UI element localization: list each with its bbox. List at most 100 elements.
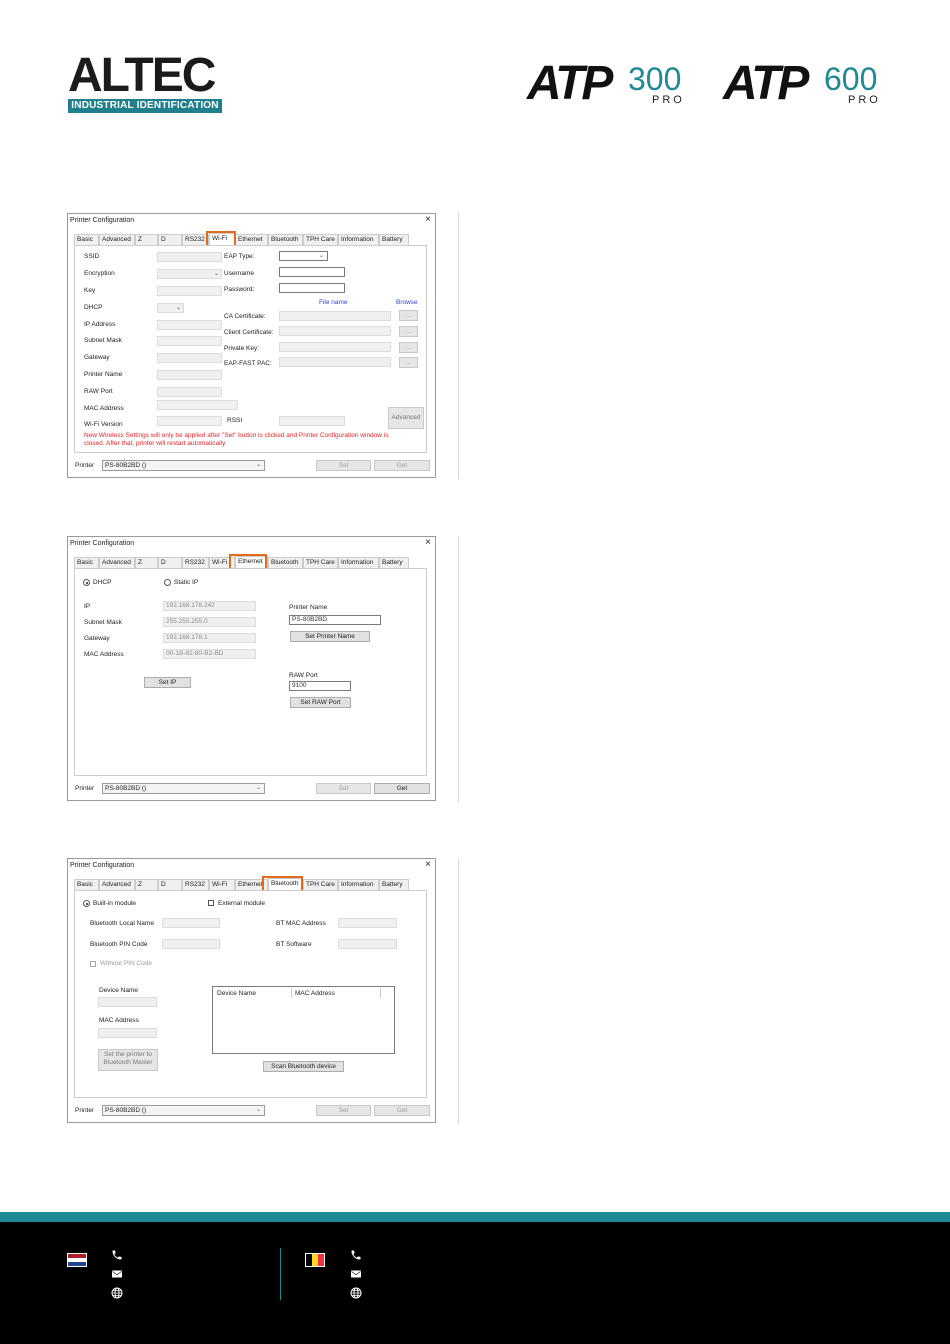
tab-rs232[interactable]: RS232 xyxy=(182,234,209,245)
tab-z[interactable]: Z xyxy=(135,879,158,890)
raw-port-field[interactable]: 9100 xyxy=(289,681,351,691)
printer-select[interactable]: PS-80B2BD () ⌄ xyxy=(102,783,265,794)
private-key-browse-button[interactable]: ... xyxy=(399,342,418,353)
dhcp-select[interactable]: ⌄ xyxy=(157,303,184,313)
gateway-field[interactable] xyxy=(157,353,222,363)
close-icon[interactable]: × xyxy=(425,215,431,225)
tab-wifi[interactable]: Wi-Fi xyxy=(209,879,235,890)
eap-fast-pac-browse-button[interactable]: ... xyxy=(399,357,418,368)
mac-address-field[interactable]: 00-1B-82-80-B2-BD xyxy=(163,649,256,659)
get-button[interactable]: Get xyxy=(374,460,430,471)
printer-label: Printer xyxy=(75,785,95,792)
tab-z[interactable]: Z xyxy=(135,557,158,568)
ca-certificate-field[interactable] xyxy=(279,311,391,321)
tab-rs232[interactable]: RS232 xyxy=(182,557,209,568)
tab-advanced[interactable]: Advanced xyxy=(99,234,135,245)
printer-name-label: Printer Name xyxy=(84,371,123,378)
set-printer-name-button[interactable]: Set Printer Name xyxy=(290,631,370,642)
printer-name-field[interactable] xyxy=(157,370,222,380)
tab-battery[interactable]: Battery xyxy=(379,557,409,568)
mac-address-field[interactable] xyxy=(98,1028,157,1038)
client-certificate-field[interactable] xyxy=(279,326,391,336)
without-pin-code-checkbox[interactable] xyxy=(90,961,96,967)
tab-information[interactable]: Information xyxy=(338,234,379,245)
bluetooth-device-list[interactable]: Device Name MAC Address xyxy=(212,986,395,1054)
chevron-down-icon: ⌄ xyxy=(255,785,261,791)
set-button[interactable]: Set xyxy=(316,460,371,471)
ssid-field[interactable] xyxy=(157,252,222,262)
ip-address-field[interactable] xyxy=(157,320,222,330)
tab-tph-care[interactable]: TPH Care xyxy=(303,879,338,890)
ip-value: 192.168.178.242 xyxy=(166,602,215,609)
ip-field[interactable]: 192.168.178.242 xyxy=(163,601,256,611)
get-button[interactable]: Get xyxy=(374,783,430,794)
tab-z[interactable]: Z xyxy=(135,234,158,245)
printer-name-field[interactable]: PS-80B2BD xyxy=(289,615,381,625)
close-icon[interactable]: × xyxy=(425,860,431,870)
mail-icon xyxy=(351,1270,361,1278)
bluetooth-pin-code-label: Bluetooth PIN Code xyxy=(90,941,148,948)
model-suffix-300: PRO xyxy=(652,94,685,106)
tab-information[interactable]: Information xyxy=(338,879,379,890)
tab-tph-care[interactable]: TPH Care xyxy=(303,557,338,568)
scan-bluetooth-device-button[interactable]: Scan Bluetooth device xyxy=(263,1061,344,1072)
printer-select[interactable]: PS-80B2BD () ⌄ xyxy=(102,460,265,471)
tab-basic[interactable]: Basic xyxy=(74,557,99,568)
gateway-field[interactable]: 192.168.178.1 xyxy=(163,633,256,643)
raw-port-field[interactable] xyxy=(157,387,222,397)
tab-battery[interactable]: Battery xyxy=(379,234,409,245)
username-field[interactable] xyxy=(279,267,345,277)
private-key-field[interactable] xyxy=(279,342,391,352)
tab-d[interactable]: D xyxy=(158,557,182,568)
built-in-module-radio[interactable] xyxy=(83,900,90,907)
tab-information[interactable]: Information xyxy=(338,557,379,568)
client-certificate-browse-button[interactable]: ... xyxy=(399,326,418,337)
tab-advanced[interactable]: Advanced xyxy=(99,557,135,568)
divider xyxy=(458,536,459,802)
tab-advanced[interactable]: Advanced xyxy=(99,879,135,890)
advanced-button[interactable]: Advanced xyxy=(388,407,424,429)
close-icon[interactable]: × xyxy=(425,538,431,548)
get-button[interactable]: Get xyxy=(374,1105,430,1116)
dhcp-radio[interactable] xyxy=(83,579,90,586)
phone-icon xyxy=(112,1250,122,1260)
set-bluetooth-master-button[interactable]: Set the printer to Bluetooth Master xyxy=(98,1049,158,1071)
tab-tph-care[interactable]: TPH Care xyxy=(303,234,338,245)
password-field[interactable] xyxy=(279,283,345,293)
divider xyxy=(458,858,459,1124)
subnet-mask-field[interactable] xyxy=(157,336,222,346)
mac-address-label: MAC Address xyxy=(84,405,124,412)
set-button[interactable]: Set xyxy=(316,783,371,794)
wifi-version-field[interactable] xyxy=(157,416,222,426)
tab-bluetooth[interactable]: Bluetooth xyxy=(268,234,303,245)
tab-d[interactable]: D xyxy=(158,234,182,245)
ca-certificate-browse-button[interactable]: ... xyxy=(399,310,418,321)
tab-battery[interactable]: Battery xyxy=(379,879,409,890)
mac-address-label: MAC Address xyxy=(99,1017,139,1024)
footer-divider xyxy=(280,1248,281,1300)
set-raw-port-button[interactable]: Set RAW Port xyxy=(290,697,351,708)
tab-rs232[interactable]: RS232 xyxy=(182,879,209,890)
tab-basic[interactable]: Basic xyxy=(74,879,99,890)
bluetooth-local-name-field[interactable] xyxy=(162,918,220,928)
eap-fast-pac-field[interactable] xyxy=(279,357,391,367)
tab-basic[interactable]: Basic xyxy=(74,234,99,245)
set-ip-button[interactable]: Set IP xyxy=(144,677,191,688)
subnet-mask-label: Subnet Mask xyxy=(84,619,122,626)
tab-bluetooth[interactable]: Bluetooth xyxy=(268,557,303,568)
eap-type-select[interactable]: ⌄ xyxy=(279,251,328,261)
bluetooth-pin-code-field[interactable] xyxy=(162,939,220,949)
static-ip-radio[interactable] xyxy=(164,579,171,586)
tab-d[interactable]: D xyxy=(158,879,182,890)
tab-ethernet[interactable]: Ethernet xyxy=(235,234,268,245)
set-button[interactable]: Set xyxy=(316,1105,371,1116)
device-name-field[interactable] xyxy=(98,997,157,1007)
external-module-checkbox[interactable] xyxy=(208,900,214,906)
subnet-mask-field[interactable]: 255.255.255.0 xyxy=(163,617,256,627)
encryption-select[interactable]: ⌄ xyxy=(157,269,222,279)
globe-icon xyxy=(350,1287,362,1299)
key-field[interactable] xyxy=(157,286,222,296)
ip-address-label: IP Address xyxy=(84,321,116,328)
printer-select[interactable]: PS-80B2BD () ⌄ xyxy=(102,1105,265,1116)
mac-address-field[interactable] xyxy=(157,400,238,410)
